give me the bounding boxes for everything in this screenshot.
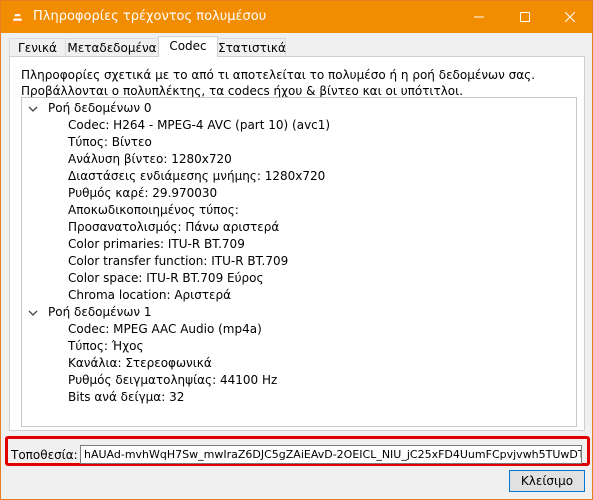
stream-0-node[interactable]: Ροή δεδομένων 0 [28, 100, 152, 117]
chevron-down-icon[interactable] [28, 104, 38, 114]
tree-field: Διαστάσεις ενδιάμεσης μνήμης: 1280x720 [68, 169, 326, 183]
tree-field: Ρυθμός καρέ: 29.970030 [68, 186, 218, 200]
codec-panel: Πληροφορίες σχετικά με το από τι αποτελε… [9, 56, 585, 431]
vlc-cone-icon [10, 9, 25, 26]
window-title: Πληροφορίες τρέχοντος πολυμέσου [33, 9, 267, 24]
location-field[interactable]: hAUAd-mvhWqH7Sw_mwIraZ6DJC5gZAiEAvD-2OEI… [80, 445, 582, 464]
location-label: Τοποθεσία: [11, 448, 78, 462]
tree-field: Προσανατολισμός: Πάνω αριστερά [68, 220, 280, 234]
tree-field: Chroma location: Αριστερά [68, 288, 232, 302]
minimize-icon [474, 16, 484, 18]
tab-codec[interactable]: Codec [158, 36, 218, 57]
tree-field: Codec: H264 - MPEG-4 AVC (part 10) (avc1… [68, 118, 331, 132]
chevron-down-icon[interactable] [28, 308, 38, 318]
tree-field: Ανάλυση βίντεο: 1280x720 [68, 152, 232, 166]
codec-description: Πληροφορίες σχετικά με το από τι αποτελε… [21, 68, 535, 98]
tree-field: Τύπος: Βίντεο [68, 135, 152, 149]
maximize-icon [520, 12, 530, 22]
stream-0-label: Ροή δεδομένων 0 [48, 101, 152, 115]
tree-field: Color primaries: ITU-R BT.709 [68, 237, 245, 251]
close-icon [565, 12, 575, 22]
tab-general[interactable]: Γενικά [9, 38, 66, 56]
tab-metadata[interactable]: Μεταδεδομένα [65, 38, 159, 56]
title-bar[interactable]: Πληροφορίες τρέχοντος πολυμέσου [1, 1, 592, 33]
close-button[interactable]: Κλείσιμο [509, 470, 585, 492]
tree-field: Bits ανά δείγμα: 32 [68, 390, 185, 404]
tree-field: Color transfer function: ITU-R BT.709 [68, 254, 289, 268]
tree-field: Αποκωδικοποιημένος τύπος: [68, 203, 239, 217]
stream-tree[interactable]: Ροή δεδομένων 0 Codec: H264 - MPEG-4 AVC… [21, 97, 577, 427]
tree-field: Codec: MPEG AAC Audio (mp4a) [68, 322, 262, 336]
minimize-button[interactable] [456, 1, 502, 33]
tree-field: Ρυθμός δειγματοληψίας: 44100 Hz [68, 373, 278, 387]
tree-field: Κανάλια: Στερεοφωνικά [68, 356, 212, 370]
tab-statistics[interactable]: Στατιστικά [217, 38, 286, 56]
tree-field: Τύπος: Ήχος [68, 339, 144, 353]
media-info-window: Πληροφορίες τρέχοντος πολυμέσου Γενικά Μ… [0, 0, 593, 500]
close-window-button[interactable] [547, 1, 593, 33]
stream-1-node[interactable]: Ροή δεδομένων 1 [28, 304, 152, 321]
tree-field: Color space: ITU-R BT.709 Εύρος [68, 271, 264, 285]
maximize-button[interactable] [502, 1, 548, 33]
stream-1-label: Ροή δεδομένων 1 [48, 305, 152, 319]
